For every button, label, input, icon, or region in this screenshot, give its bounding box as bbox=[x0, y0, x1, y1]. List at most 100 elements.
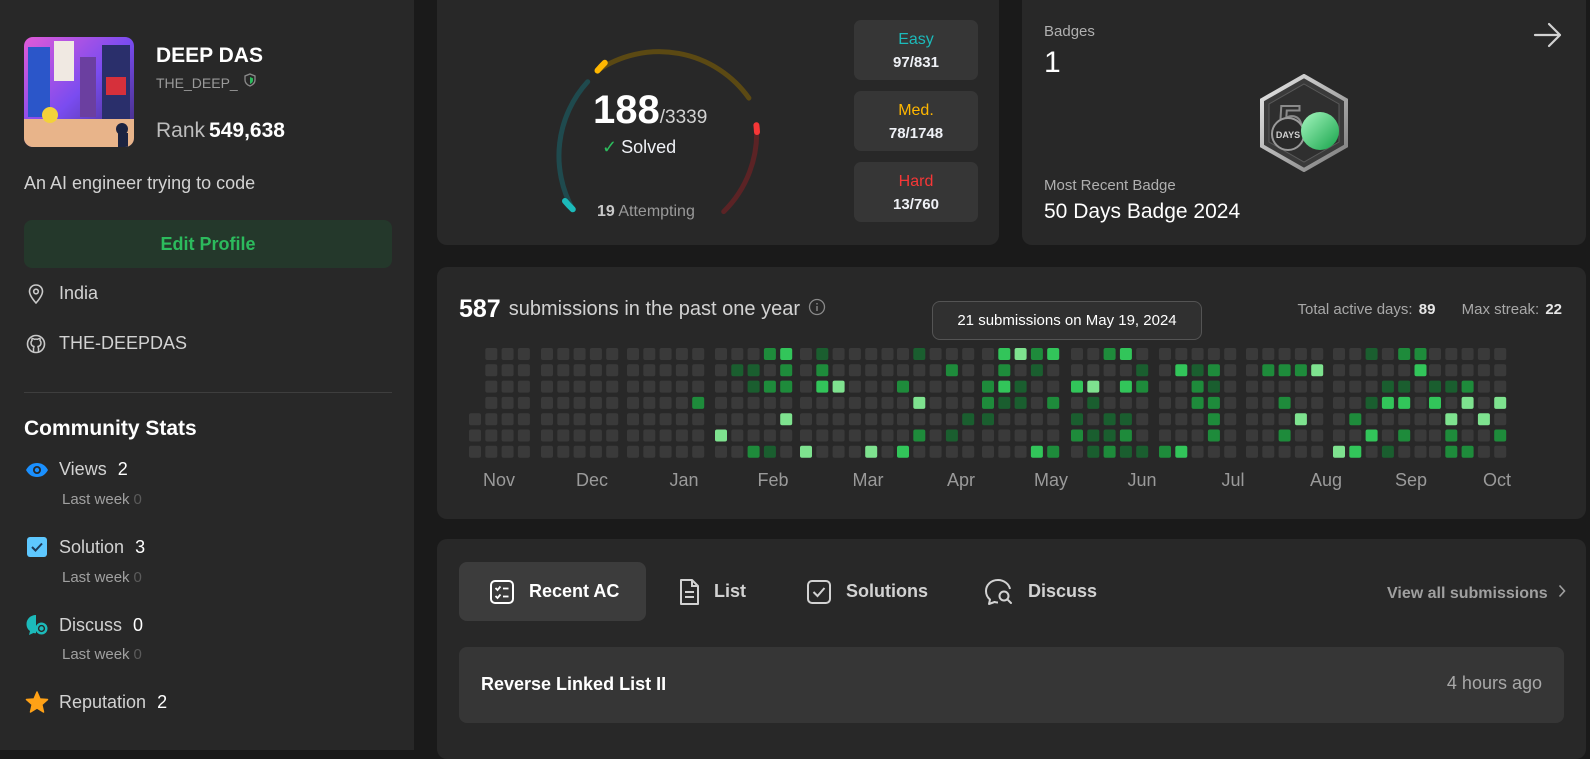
heatmap-cell[interactable] bbox=[1494, 380, 1507, 393]
heatmap-cell[interactable] bbox=[573, 380, 586, 393]
heatmap-cell[interactable] bbox=[659, 364, 672, 377]
heatmap-cell[interactable] bbox=[501, 348, 514, 360]
heatmap-cell[interactable] bbox=[643, 445, 656, 458]
heatmap-cell[interactable] bbox=[1311, 364, 1324, 377]
heatmap-cell[interactable] bbox=[881, 364, 894, 377]
heatmap-cell[interactable] bbox=[982, 396, 994, 409]
heatmap-cell[interactable] bbox=[848, 413, 861, 426]
heatmap-cell[interactable] bbox=[913, 396, 926, 409]
badge-50-days-icon[interactable]: 5 DAYS bbox=[1258, 73, 1350, 177]
heatmap-cell[interactable] bbox=[573, 396, 586, 409]
heatmap-cell[interactable] bbox=[1294, 429, 1307, 442]
heatmap-cell[interactable] bbox=[501, 380, 514, 393]
heatmap-cell[interactable] bbox=[1311, 429, 1324, 442]
heatmap-cell[interactable] bbox=[715, 348, 727, 360]
heatmap-cell[interactable] bbox=[763, 429, 776, 442]
heatmap-cell[interactable] bbox=[1191, 429, 1204, 442]
heatmap-cell[interactable] bbox=[865, 348, 878, 360]
heatmap-cell[interactable] bbox=[1461, 380, 1474, 393]
heatmap-cell[interactable] bbox=[557, 413, 570, 426]
heatmap-cell[interactable] bbox=[1119, 429, 1132, 442]
heatmap-cell[interactable] bbox=[469, 445, 481, 458]
heatmap-cell[interactable] bbox=[1224, 396, 1237, 409]
heatmap-cell[interactable] bbox=[832, 413, 845, 426]
heatmap-cell[interactable] bbox=[1191, 380, 1204, 393]
heatmap-cell[interactable] bbox=[1246, 396, 1258, 409]
heatmap-cell[interactable] bbox=[1047, 348, 1060, 360]
heatmap-cell[interactable] bbox=[1071, 396, 1083, 409]
difficulty-medium[interactable]: Med. 78/1748 bbox=[854, 91, 978, 151]
info-icon[interactable] bbox=[808, 298, 826, 322]
heatmap-cell[interactable] bbox=[913, 429, 926, 442]
heatmap-cell[interactable] bbox=[881, 380, 894, 393]
heatmap-cell[interactable] bbox=[659, 380, 672, 393]
heatmap-cell[interactable] bbox=[962, 364, 975, 377]
heatmap-cell[interactable] bbox=[1494, 429, 1507, 442]
heatmap-cell[interactable] bbox=[1381, 445, 1394, 458]
heatmap-cell[interactable] bbox=[1191, 413, 1204, 426]
heatmap-cell[interactable] bbox=[573, 364, 586, 377]
heatmap-cell[interactable] bbox=[800, 396, 812, 409]
heatmap-cell[interactable] bbox=[1294, 413, 1307, 426]
heatmap-cell[interactable] bbox=[832, 348, 845, 360]
heatmap-cell[interactable] bbox=[832, 396, 845, 409]
heatmap-cell[interactable] bbox=[897, 348, 909, 360]
heatmap-cell[interactable] bbox=[1333, 380, 1345, 393]
heatmap-cell[interactable] bbox=[1294, 364, 1307, 377]
heatmap-cell[interactable] bbox=[929, 445, 942, 458]
heatmap-cell[interactable] bbox=[1030, 396, 1043, 409]
heatmap-cell[interactable] bbox=[998, 364, 1011, 377]
heatmap-cell[interactable] bbox=[1119, 413, 1132, 426]
heatmap-cell[interactable] bbox=[1414, 445, 1427, 458]
heatmap-cell[interactable] bbox=[1349, 380, 1362, 393]
heatmap-cell[interactable] bbox=[881, 429, 894, 442]
heatmap-cell[interactable] bbox=[1224, 364, 1237, 377]
heatmap-cell[interactable] bbox=[501, 445, 514, 458]
heatmap-cell[interactable] bbox=[913, 364, 926, 377]
heatmap-cell[interactable] bbox=[816, 445, 829, 458]
heatmap-cell[interactable] bbox=[747, 445, 760, 458]
heatmap-cell[interactable] bbox=[1398, 348, 1411, 360]
heatmap-cell[interactable] bbox=[1207, 380, 1220, 393]
heatmap-cell[interactable] bbox=[517, 364, 530, 377]
heatmap-cell[interactable] bbox=[848, 380, 861, 393]
heatmap-cell[interactable] bbox=[1333, 429, 1345, 442]
heatmap-cell[interactable] bbox=[541, 413, 553, 426]
heatmap-cell[interactable] bbox=[913, 445, 926, 458]
heatmap-cell[interactable] bbox=[913, 413, 926, 426]
heatmap-cell[interactable] bbox=[1414, 364, 1427, 377]
heatmap-cell[interactable] bbox=[1014, 445, 1027, 458]
heatmap-cell[interactable] bbox=[1278, 364, 1291, 377]
heatmap-cell[interactable] bbox=[1398, 429, 1411, 442]
heatmap-cell[interactable] bbox=[1494, 413, 1507, 426]
heatmap-cell[interactable] bbox=[1349, 348, 1362, 360]
heatmap-cell[interactable] bbox=[1136, 413, 1149, 426]
heatmap-cell[interactable] bbox=[1136, 429, 1149, 442]
heatmap-cell[interactable] bbox=[1294, 348, 1307, 360]
heatmap-cell[interactable] bbox=[627, 445, 639, 458]
heatmap-cell[interactable] bbox=[1047, 364, 1060, 377]
heatmap-cell[interactable] bbox=[1159, 364, 1171, 377]
heatmap-cell[interactable] bbox=[557, 380, 570, 393]
heatmap-cell[interactable] bbox=[731, 380, 744, 393]
heatmap-cell[interactable] bbox=[1047, 445, 1060, 458]
heatmap-cell[interactable] bbox=[675, 364, 688, 377]
heatmap-cell[interactable] bbox=[747, 429, 760, 442]
heatmap-cell[interactable] bbox=[1136, 396, 1149, 409]
heatmap-cell[interactable] bbox=[541, 380, 553, 393]
heatmap-cell[interactable] bbox=[606, 364, 619, 377]
heatmap-cell[interactable] bbox=[962, 348, 975, 360]
heatmap-cell[interactable] bbox=[485, 380, 498, 393]
heatmap-cell[interactable] bbox=[589, 413, 602, 426]
heatmap-cell[interactable] bbox=[692, 445, 705, 458]
heatmap-cell[interactable] bbox=[485, 364, 498, 377]
heatmap-cell[interactable] bbox=[1014, 380, 1027, 393]
heatmap-cell[interactable] bbox=[643, 364, 656, 377]
heatmap-cell[interactable] bbox=[1262, 445, 1275, 458]
heatmap-cell[interactable] bbox=[1030, 413, 1043, 426]
heatmap-cell[interactable] bbox=[627, 380, 639, 393]
heatmap-cell[interactable] bbox=[1349, 429, 1362, 442]
heatmap-cell[interactable] bbox=[541, 396, 553, 409]
heatmap-cell[interactable] bbox=[929, 413, 942, 426]
heatmap-cell[interactable] bbox=[1445, 396, 1458, 409]
